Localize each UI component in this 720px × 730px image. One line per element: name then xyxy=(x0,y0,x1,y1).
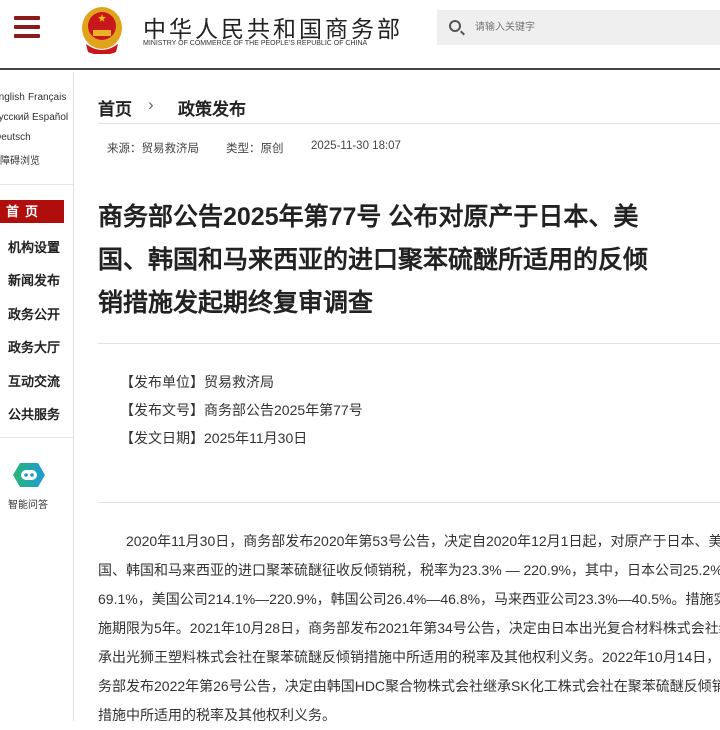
site-header: 中华人民共和国商务部 MINISTRY OF COMMERCE OF THE P… xyxy=(0,0,720,70)
accessibility-link[interactable]: 无障碍浏览 xyxy=(0,152,40,167)
menu-icon[interactable] xyxy=(14,16,40,38)
nav-organization[interactable]: 机构设置 xyxy=(8,237,60,256)
body-line: 国、韩国和马来西亚的进口聚苯硫醚征收反倾销税，税率为23.3% — 220.9%… xyxy=(98,562,720,578)
search-input[interactable] xyxy=(475,10,705,45)
national-emblem-logo[interactable] xyxy=(80,6,124,54)
divider xyxy=(98,123,720,124)
body-line: 2020年11月30日，商务部发布2020年第53号公告，决定自2020年12月… xyxy=(98,533,720,549)
divider xyxy=(98,502,720,503)
lang-english[interactable]: English xyxy=(0,92,25,103)
nav-home[interactable]: 首页 xyxy=(0,200,64,223)
nav-public-service[interactable]: 公共服务 xyxy=(8,404,60,423)
title-line: 销措施发起期终复审调查 xyxy=(98,289,374,317)
assistant-label[interactable]: 智能问答 xyxy=(8,496,48,511)
divider xyxy=(98,343,720,344)
site-title: 中华人民共和国商务部 xyxy=(143,16,403,42)
chatbot-icon[interactable] xyxy=(12,462,46,488)
body-line: 承出光狮王塑料株式会社在聚苯硫醚反倾销措施中所适用的税率及其他权利义务。2022… xyxy=(98,649,720,665)
title-line: 国、韩国和马来西亚的进口聚苯硫醚所适用的反倾 xyxy=(98,246,649,274)
article-title: 商务部公告2025年第77号 公布对原产于日本、美 国、韩国和马来西亚的进口聚苯… xyxy=(98,196,648,325)
body-line: 务部发布2022年第26号公告，决定由韩国HDC聚合物株式会社继承SK化工株式会… xyxy=(98,678,720,694)
divider xyxy=(0,184,73,185)
breadcrumb-separator: › xyxy=(148,95,154,114)
search-icon[interactable] xyxy=(449,20,461,32)
info-doc-number: 【发布文号】商务部公告2025年第77号 xyxy=(120,402,363,418)
meta-source: 来源：贸易救济局 xyxy=(107,143,199,155)
info-issuer: 【发布单位】贸易救济局 xyxy=(120,374,274,390)
lang-french[interactable]: Français xyxy=(28,92,66,103)
title-line: 商务部公告2025年第77号 公布对原产于日本、美 xyxy=(98,203,639,231)
body-line: 措施中所适用的税率及其他权利义务。 xyxy=(98,707,336,723)
info-date: 【发文日期】2025年11月30日 xyxy=(120,430,308,446)
meta-datetime: 2025-11-30 18:07 xyxy=(311,140,401,152)
nav-service-hall[interactable]: 政务大厅 xyxy=(8,337,60,356)
body-line: 69.1%，美国公司214.1%—220.9%，韩国公司26.4%—46.8%，… xyxy=(98,591,720,607)
nav-news[interactable]: 新闻发布 xyxy=(8,270,60,289)
nav-government-affairs[interactable]: 政务公开 xyxy=(8,304,60,323)
lang-spanish[interactable]: Español xyxy=(32,112,68,123)
lang-german[interactable]: Deutsch xyxy=(0,132,31,143)
nav-interaction[interactable]: 互动交流 xyxy=(8,371,60,390)
article-body: 2020年11月30日，商务部发布2020年第53号公告，决定自2020年12月… xyxy=(98,527,720,730)
sidebar: English Français Русский Español Deutsch… xyxy=(0,72,74,721)
body-line: 施期限为5年。2021年10月28日，商务部发布2021年第34号公告，决定由日… xyxy=(98,620,720,636)
divider xyxy=(0,437,73,438)
breadcrumb-current[interactable]: 政策发布 xyxy=(178,95,246,120)
lang-russian[interactable]: Русский xyxy=(0,112,29,123)
meta-type: 类型：原创 xyxy=(226,143,284,155)
breadcrumb-home[interactable]: 首页 xyxy=(98,95,132,120)
site-subtitle: MINISTRY OF COMMERCE OF THE PEOPLE'S REP… xyxy=(143,40,368,47)
search-box xyxy=(437,10,720,45)
